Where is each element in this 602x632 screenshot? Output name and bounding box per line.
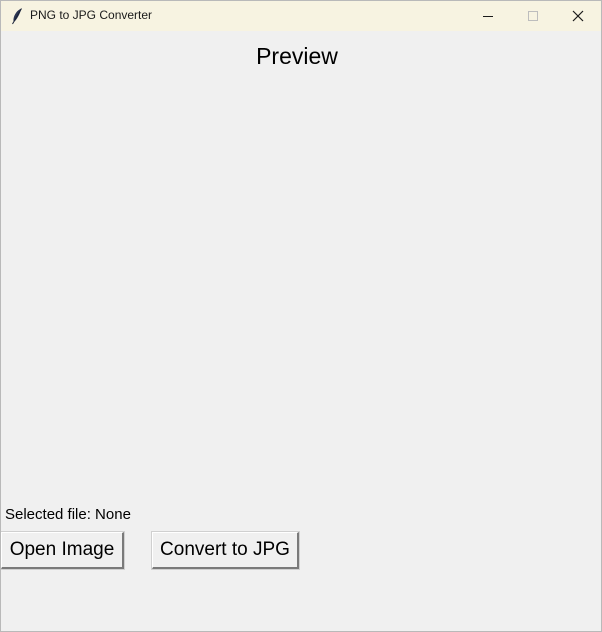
close-icon bbox=[572, 10, 584, 22]
preview-title: Preview bbox=[256, 43, 338, 69]
maximize-icon bbox=[528, 11, 538, 21]
open-image-button[interactable]: Open Image bbox=[1, 531, 125, 570]
app-window: PNG to JPG Converter Preview Selected fi… bbox=[0, 0, 602, 632]
maximize-button[interactable] bbox=[510, 1, 556, 31]
minimize-button[interactable] bbox=[465, 1, 511, 31]
window-title: PNG to JPG Converter bbox=[30, 8, 153, 22]
convert-to-jpg-button[interactable]: Convert to JPG bbox=[151, 531, 300, 570]
close-button[interactable] bbox=[555, 1, 601, 31]
title-bar[interactable]: PNG to JPG Converter bbox=[1, 1, 601, 31]
selected-file-label: Selected file: None bbox=[5, 506, 131, 523]
minimize-icon bbox=[483, 16, 493, 17]
feather-icon bbox=[10, 7, 24, 25]
image-preview-area bbox=[1, 77, 601, 497]
